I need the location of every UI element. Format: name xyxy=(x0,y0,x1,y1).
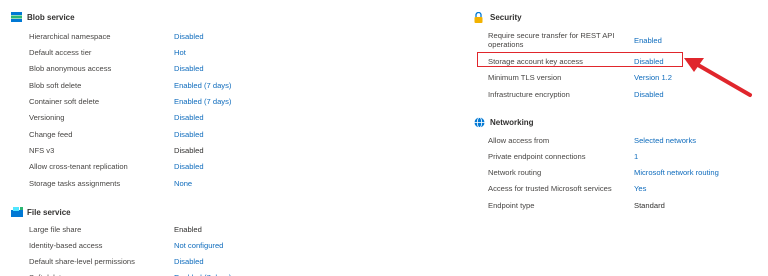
file-row: Large file share Enabled xyxy=(29,221,289,237)
blob-row-value[interactable]: Disabled xyxy=(174,113,204,122)
blob-row: Default access tier Hot xyxy=(29,44,289,60)
blob-row-value[interactable]: Enabled (7 days) xyxy=(174,81,231,90)
networking-title: Networking xyxy=(490,117,534,127)
blob-row-value[interactable]: Disabled xyxy=(174,32,204,41)
file-row-value: Enabled xyxy=(174,224,202,234)
file-row: Default share-level permissions Disabled xyxy=(29,253,289,269)
blob-row-label: Container soft delete xyxy=(29,96,100,106)
networking-row: Private endpoint connections 1 xyxy=(488,148,748,164)
blob-service-header: Blob service xyxy=(11,12,75,22)
globe-icon xyxy=(474,117,485,128)
blob-service-icon xyxy=(11,12,22,22)
blob-row-label: Default access tier xyxy=(29,47,92,57)
file-row-label: Identity-based access xyxy=(29,240,103,250)
file-row-value[interactable]: Not configured xyxy=(174,241,223,250)
blob-row-label: NFS v3 xyxy=(29,145,55,155)
networking-row-label: Network routing xyxy=(488,168,542,178)
networking-row: Endpoint type Standard xyxy=(488,197,748,213)
blob-row-value[interactable]: Disabled xyxy=(174,64,204,73)
blob-row: Allow cross-tenant replication Disabled xyxy=(29,159,289,175)
security-row-value[interactable]: Disabled xyxy=(634,90,664,99)
blob-row-value[interactable]: Disabled xyxy=(174,162,204,171)
blob-row-label: Allow cross-tenant replication xyxy=(29,162,128,172)
networking-row-value[interactable]: Yes xyxy=(634,184,646,193)
networking-row: Access for trusted Microsoft services Yes xyxy=(488,181,748,197)
blob-row: Blob anonymous access Disabled xyxy=(29,61,289,77)
networking-row: Allow access from Selected networks xyxy=(488,132,748,148)
security-row-label: Infrastructure encryption xyxy=(488,89,570,99)
file-service-header: File service xyxy=(11,207,71,217)
storage-account-overview: Blob service Hierarchical namespace Disab… xyxy=(0,0,768,276)
blob-row: Container soft delete Enabled (7 days) xyxy=(29,93,289,109)
file-row-value[interactable]: Disabled xyxy=(174,257,204,266)
blob-row-label: Storage tasks assignments xyxy=(29,178,121,188)
blob-row-label: Versioning xyxy=(29,113,65,123)
networking-row-label: Allow access from xyxy=(488,135,550,145)
networking-row-label: Private endpoint connections xyxy=(488,151,586,161)
lock-icon xyxy=(474,11,484,23)
file-row-label: Large file share xyxy=(29,224,82,234)
blob-row-value[interactable]: None xyxy=(174,179,192,188)
security-row-value[interactable]: Version 1.2 xyxy=(634,73,672,82)
file-row-label: Default share-level permissions xyxy=(29,256,135,266)
networking-row-label: Endpoint type xyxy=(488,200,535,210)
blob-row-value: Disabled xyxy=(174,145,204,155)
security-row-label: Minimum TLS version xyxy=(488,72,562,82)
file-row: Soft deleteEnabled (7 days) xyxy=(29,270,289,276)
annotation-arrow-icon xyxy=(684,58,752,97)
security-title: Security xyxy=(490,12,522,22)
networking-row-value[interactable]: 1 xyxy=(634,152,638,161)
networking-row-value: Standard xyxy=(634,200,665,210)
blob-row-label: Blob anonymous access xyxy=(29,64,112,74)
networking-header: Networking xyxy=(474,117,534,128)
networking-row-label: Access for trusted Microsoft services xyxy=(488,184,612,194)
blob-row-label: Change feed xyxy=(29,129,73,139)
blob-row: Change feed Disabled xyxy=(29,126,289,142)
networking-row-value[interactable]: Microsoft network routing xyxy=(634,168,719,177)
blob-row-value[interactable]: Disabled xyxy=(174,130,204,139)
blob-row-value[interactable]: Hot xyxy=(174,48,186,57)
blob-row: Versioning Disabled xyxy=(29,110,289,126)
security-row-value[interactable]: Enabled xyxy=(634,36,662,45)
security-row: Require secure transfer for REST API ope… xyxy=(488,30,748,50)
blob-row: NFS v3 Disabled xyxy=(29,142,289,158)
blob-row-value[interactable]: Enabled (7 days) xyxy=(174,97,231,106)
blob-row: Hierarchical namespace Disabled xyxy=(29,28,289,44)
security-row-label: Require secure transfer for REST API ope… xyxy=(488,30,615,50)
blob-row: Storage tasks assignments None xyxy=(29,175,289,191)
file-service-title: File service xyxy=(27,207,71,217)
security-header: Security xyxy=(474,11,522,23)
file-row: Identity-based access Not configured xyxy=(29,237,289,253)
blob-service-title: Blob service xyxy=(27,12,75,22)
networking-row-value[interactable]: Selected networks xyxy=(634,136,696,145)
networking-row: Network routing Microsoft network routing xyxy=(488,165,748,181)
file-service-icon xyxy=(11,207,23,217)
blob-row-label: Blob soft delete xyxy=(29,80,82,90)
blob-row-label: Hierarchical namespace xyxy=(29,31,111,41)
blob-row: Blob soft delete Enabled (7 days) xyxy=(29,77,289,93)
highlight-box xyxy=(477,52,683,67)
